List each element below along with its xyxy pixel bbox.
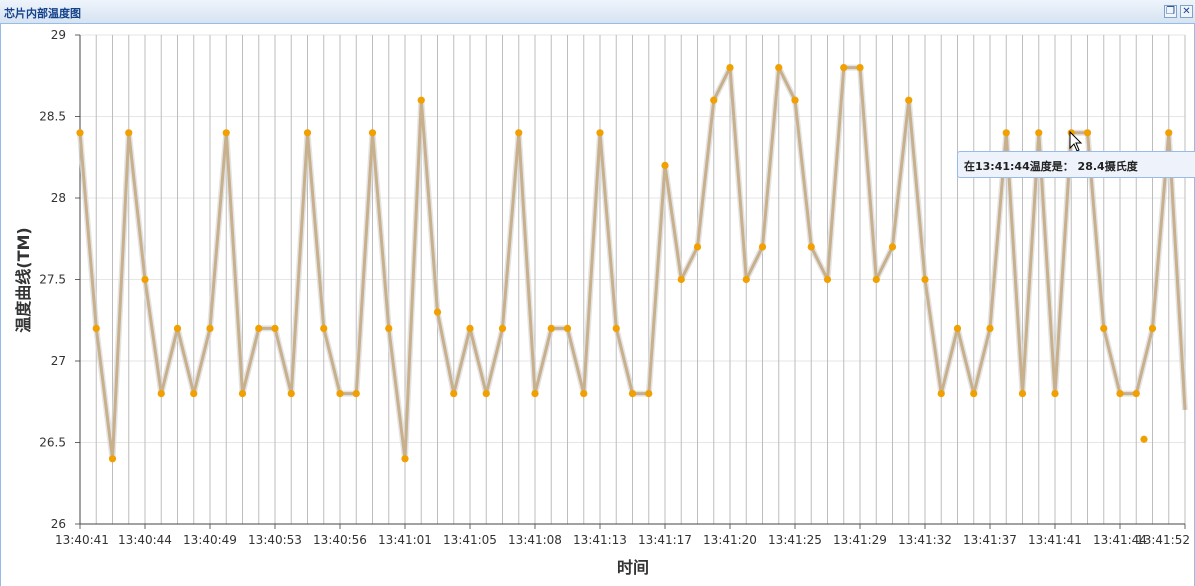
data-point <box>758 243 767 251</box>
x-tick-label: 13:41:08 <box>508 533 562 547</box>
data-point <box>856 64 864 72</box>
x-tick-label: 13:41:41 <box>1028 533 1082 547</box>
data-point <box>677 275 685 284</box>
data-point <box>287 390 295 398</box>
y-tick-label: 28.5 <box>39 110 66 124</box>
x-tick-label: 13:41:37 <box>963 533 1017 547</box>
data-point <box>937 390 945 398</box>
x-tick-label: 13:40:41 <box>55 533 109 547</box>
data-point <box>840 64 848 72</box>
data-point <box>1002 129 1010 137</box>
data-point <box>628 390 637 398</box>
data-point <box>76 129 84 137</box>
data-point <box>807 243 815 251</box>
data-point <box>157 390 165 398</box>
data-point <box>433 308 442 316</box>
data-point <box>905 96 913 104</box>
data-point <box>401 455 409 463</box>
data-point <box>888 243 897 251</box>
data-point <box>1116 390 1124 398</box>
data-point <box>693 243 702 251</box>
data-point <box>141 275 149 284</box>
temperature-line-chart: 26 26.5 27 27.5 28 28.5 29 13:40:41 13:40:44 13:4… <box>14 28 1190 577</box>
data-point <box>1132 390 1140 398</box>
data-point <box>1148 324 1157 332</box>
data-point <box>1018 390 1027 398</box>
y-tick-label: 29 <box>51 28 66 42</box>
chart-grid <box>79 34 1186 525</box>
data-point <box>970 390 978 398</box>
data-point <box>596 129 604 137</box>
data-point <box>986 324 994 332</box>
data-point <box>1100 324 1108 332</box>
y-axis-title: 温度曲线(TM) <box>14 227 33 333</box>
data-point <box>791 96 799 104</box>
data-point <box>336 390 344 398</box>
data-point <box>417 96 425 104</box>
data-point <box>450 390 458 398</box>
data-point <box>222 129 230 137</box>
data-point <box>726 64 734 72</box>
x-tick-label: 13:41:29 <box>833 533 887 547</box>
x-tick-label: 13:41:01 <box>378 533 432 547</box>
data-point <box>385 324 393 332</box>
data-point <box>255 324 263 332</box>
data-point <box>92 324 100 332</box>
data-point <box>303 129 312 137</box>
data-point <box>661 161 669 169</box>
x-axis-title: 时间 <box>617 558 649 577</box>
x-tick-label: 13:41:52 <box>1136 533 1190 547</box>
data-point <box>1165 129 1173 137</box>
data-point <box>238 390 247 398</box>
x-tick-label: 13:40:53 <box>248 533 302 547</box>
data-point <box>775 64 783 72</box>
data-point <box>531 390 539 398</box>
y-tick-label: 27 <box>51 354 66 368</box>
data-point <box>498 324 507 332</box>
data-point <box>466 324 474 332</box>
data-point <box>108 455 117 463</box>
y-tick-label: 28 <box>51 191 66 205</box>
x-tick-label: 13:41:25 <box>768 533 822 547</box>
data-point <box>368 129 377 137</box>
data-point <box>482 390 490 398</box>
data-point <box>1051 390 1059 398</box>
x-tick-label: 13:41:20 <box>703 533 757 547</box>
x-tick-label: 13:40:44 <box>118 533 172 547</box>
data-point <box>823 275 832 284</box>
y-tick-label: 26 <box>51 517 66 531</box>
data-point <box>563 324 572 332</box>
x-tick-label: 13:40:56 <box>313 533 367 547</box>
data-point <box>515 129 523 137</box>
data-point <box>1140 435 1148 443</box>
data-point <box>580 390 588 398</box>
data-point <box>953 324 962 332</box>
data-point <box>645 390 653 398</box>
data-tooltip: 在13:41:44温度是： 28.4摄氏度 <box>957 151 1195 178</box>
data-point <box>921 275 929 284</box>
data-point <box>547 324 555 332</box>
y-tick-label: 26.5 <box>39 436 66 450</box>
data-point <box>271 324 279 332</box>
x-tick-label: 13:41:17 <box>638 533 692 547</box>
data-point <box>872 275 880 284</box>
data-point <box>352 390 360 398</box>
data-point <box>206 324 214 332</box>
data-point <box>320 324 328 332</box>
data-point <box>1035 129 1043 137</box>
data-point <box>710 96 718 104</box>
data-point <box>173 324 182 332</box>
data-point <box>190 390 198 398</box>
data-point <box>1083 129 1092 137</box>
data-point <box>125 129 133 137</box>
y-tick-label: 27.5 <box>39 273 66 287</box>
x-tick-label: 13:41:32 <box>898 533 952 547</box>
x-tick-label: 13:41:13 <box>573 533 627 547</box>
x-tick-label: 13:41:05 <box>443 533 497 547</box>
x-tick-label: 13:40:49 <box>183 533 237 547</box>
data-point <box>612 324 620 332</box>
data-point <box>742 275 750 284</box>
